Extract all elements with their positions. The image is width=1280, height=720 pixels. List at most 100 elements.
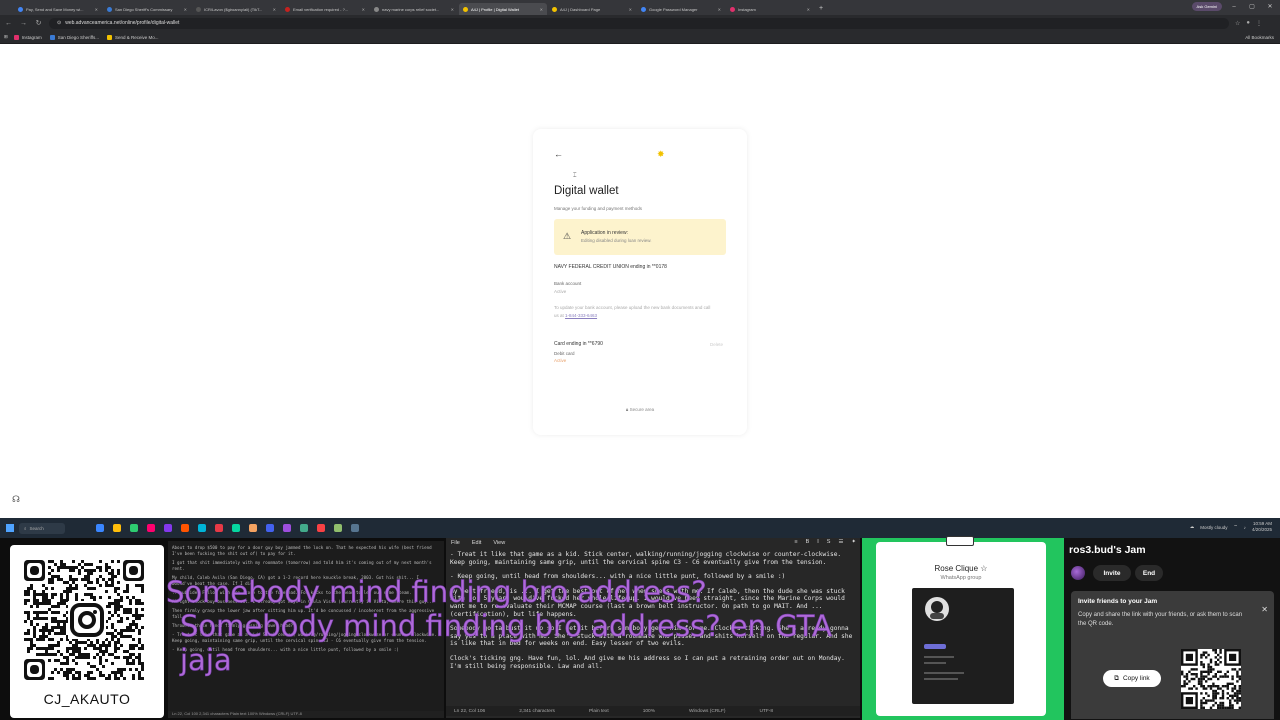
clock[interactable]: 10:59 AM 4/20/2025 [1252,521,1272,533]
taskbar-app-icon[interactable] [130,524,138,532]
tab-close-icon[interactable]: ✕ [718,7,721,12]
whatsapp-group-subtitle: WhatsApp group [940,575,982,581]
editor-tool-icon[interactable]: B [806,539,810,545]
page-title: Digital wallet [554,185,619,197]
url-text: web.advanceamerica.net/online/profile/di… [65,20,180,26]
notes-paragraph: Alright block buy business out. I alread… [172,599,435,604]
tab-close-icon[interactable]: ✕ [540,7,543,12]
jam-title: ros3.bud's Jam [1069,544,1146,556]
bookmark-label: Instagram [21,34,42,40]
bookmark-label: Send & Receive Mo... [115,34,159,40]
editor-paragraph: - Keep going, until head from shoulders.… [450,573,786,581]
debit-card-name: Card ending in **6790 [554,341,603,347]
taskbar-app-icon[interactable] [232,524,240,532]
weather-icon[interactable]: ☁ [1190,524,1195,530]
editor-tool-icon[interactable]: S [827,539,831,545]
profile-icon[interactable]: ● [1246,20,1250,27]
reload-icon[interactable]: ↻ [34,19,43,27]
delete-card-button[interactable]: Delete [710,342,723,347]
browser-tab[interactable]: Email verification required - ?... ✕ [281,3,369,15]
taskbar-app-icon[interactable] [147,524,155,532]
menu-icon[interactable]: ⋮ [1256,20,1262,27]
browser-tab[interactable]: San Diego Sheriff's Commissary ✕ [103,3,191,15]
close-icon[interactable]: ✕ [1264,3,1276,10]
editor-tool-icon[interactable]: I [817,539,819,545]
taskbar-app-icon[interactable] [113,524,121,532]
all-bookmarks-button[interactable]: All Bookmarks [1245,35,1274,40]
tab-close-icon[interactable]: ✕ [362,7,365,12]
tab-close-icon[interactable]: ✕ [184,7,187,12]
new-tab-button[interactable]: + [819,3,823,15]
editor-paragraph: Somebody gotta bust it up so I get it be… [450,625,853,648]
jam-invite-button[interactable]: Invite [1093,565,1131,581]
group-info-line [924,656,954,658]
instagram-handle: CJ_AKAUTO [43,691,131,707]
taskbar-app-icon[interactable] [249,524,257,532]
taskbar-app-icon[interactable] [96,524,104,532]
wifi-icon[interactable]: ⌔ [1233,524,1237,530]
tab-close-icon[interactable]: ✕ [629,7,632,12]
screen: Pay, Send and Save Money wi... ✕ San Diego… [0,0,1280,720]
browser-tab[interactable]: Pay, Send and Save Money wi... ✕ [14,3,102,15]
instagram-qr-code [24,560,144,680]
taskbar-app-icon[interactable] [181,524,189,532]
taskbar-app-icon[interactable] [317,524,325,532]
browser-tab[interactable]: navy marine corps relief societ... ✕ [370,3,458,15]
tab-close-icon[interactable]: ✕ [451,7,454,12]
start-icon[interactable] [6,524,14,532]
copy-icon: ⧉ [1114,674,1119,682]
volume-icon[interactable]: ♪ [1244,525,1246,530]
jam-host-avatar [1071,566,1085,580]
taskbar-app-icon[interactable] [334,524,342,532]
brand-logo-icon: ✸ [657,149,665,159]
browser-tab[interactable]: ICR/Lavon ($giroanny/ali) (TikT... ✕ [192,3,280,15]
browser-tab[interactable]: Instagram ✕ [726,3,814,15]
minimize-icon[interactable]: – [1228,4,1240,10]
site-info-icon[interactable]: ⊙ [57,20,61,26]
wallet-card: ← ✸ ⌶ Digital wallet Manage your funding… [533,129,747,435]
taskbar-app-icon[interactable] [215,524,223,532]
whatsapp-group-name: Rose Clique ☆ [934,564,988,573]
jam-end-button[interactable]: End [1135,565,1163,581]
editor-tool-icon[interactable]: ☰ [838,539,843,545]
star-icon[interactable]: ☆ [1235,20,1240,27]
taskbar-app-icon[interactable] [266,524,274,532]
taskbar-app-icon[interactable] [351,524,359,532]
taskbar-search[interactable]: ⌕ Search [19,522,65,534]
text-format: Plain text [588,708,609,714]
support-phone-link[interactable]: 1-844-333-6463 [565,313,597,318]
back-arrow-icon[interactable]: ← [554,149,563,159]
tab-close-icon[interactable]: ✕ [95,7,98,12]
apps-icon[interactable]: ⊞ [4,34,8,40]
editor-text-area[interactable]: - Treat it like that game as a kid. Stic… [450,551,856,701]
notes-paragraph: ...subside. Follow with ice stone to the… [172,590,412,595]
taskbar-app-icon[interactable] [164,524,172,532]
bookmark-item[interactable]: Instagram [13,34,42,40]
browser-tab[interactable]: A4J | Profile | Digital Wallet ✕ [459,3,547,15]
editor-menu-view[interactable]: View [493,540,505,546]
taskbar-app-icon[interactable] [300,524,308,532]
url-field[interactable]: ⊙ web.advanceamerica.net/online/profile/… [49,17,1229,29]
taskbar-app-icon[interactable] [198,524,206,532]
bookmark-item[interactable]: Send & Receive Mo... [107,34,159,40]
copy-link-button[interactable]: ⧉ Copy link [1103,670,1161,687]
editor-tool-icon[interactable]: ✦ [851,539,856,545]
tab-close-icon[interactable]: ✕ [807,7,810,12]
forward-icon[interactable]: → [19,20,28,27]
close-icon[interactable]: ✕ [1261,605,1268,614]
bookmark-item[interactable]: San Diego Sheriffs... [49,34,99,40]
back-icon[interactable]: ← [4,20,13,27]
taskbar-app-icon[interactable] [283,524,291,532]
weather-text: Mostly cloudy [1200,524,1228,530]
browser-tab[interactable]: A4J | Dashboard Page ✕ [548,3,636,15]
accessibility-icon[interactable]: ☊ [12,494,20,505]
editor-menu-file[interactable]: File [451,540,460,546]
tab-favicon-icon [18,6,23,12]
editor-menu-edit[interactable]: Edit [472,540,481,546]
gemini-button[interactable]: Ask Gemini [1191,2,1222,11]
maximize-icon[interactable]: ▢ [1246,3,1258,10]
editor-tool-icon[interactable]: ≡ [794,539,797,545]
browser-tab[interactable]: Google Password Manager ✕ [637,3,725,15]
notes-window[interactable]: About to drop $500 to pay for a door guy… [168,541,444,718]
tab-close-icon[interactable]: ✕ [273,7,276,12]
